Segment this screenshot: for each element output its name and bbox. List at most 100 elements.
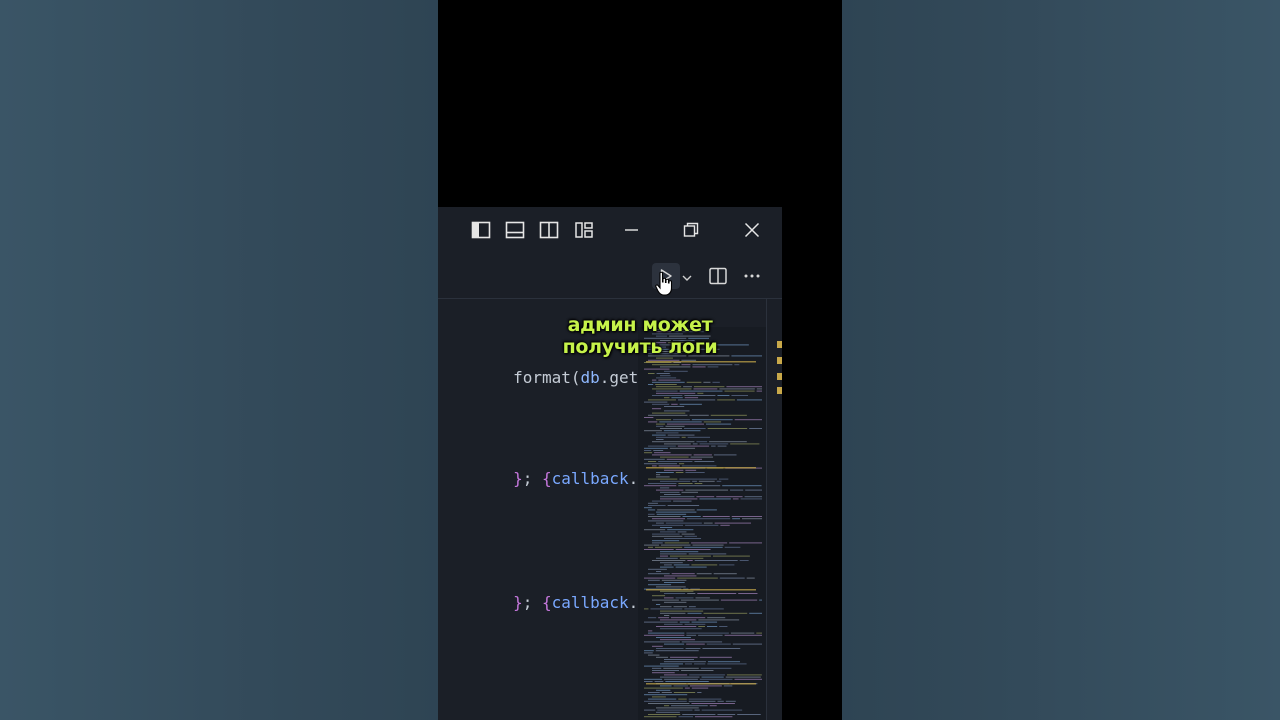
minimap[interactable] <box>638 327 766 720</box>
caption-line: получить логи <box>562 336 718 358</box>
minimap-stroke <box>648 421 658 423</box>
minimap-stroke <box>653 450 664 451</box>
minimap-stroke <box>664 705 670 707</box>
minimap-stroke <box>684 397 699 399</box>
minimap-stroke <box>656 386 682 388</box>
minimap-stroke <box>738 593 758 594</box>
minimap-stroke <box>684 395 716 396</box>
vertical-scrollbar[interactable] <box>766 299 782 720</box>
toggle-primary-sidebar-icon[interactable] <box>471 220 491 240</box>
split-editor-icon[interactable] <box>708 266 728 290</box>
minimap-stroke <box>660 531 676 533</box>
minimap-stroke <box>664 678 698 680</box>
minimap-stroke <box>652 379 657 381</box>
minimap-stroke <box>667 434 695 436</box>
video-caption: админ может получить логи <box>548 314 732 358</box>
minimap-stroke <box>693 386 725 388</box>
code-token-semicolon: ; <box>522 469 542 488</box>
minimap-stroke <box>660 428 682 429</box>
minimap-stroke <box>658 465 680 467</box>
minimap-stroke <box>664 615 670 616</box>
minimap-stroke <box>660 498 698 500</box>
customize-layout-icon[interactable] <box>574 220 594 240</box>
minimap-stroke <box>664 674 688 676</box>
minimap-stroke <box>644 652 653 654</box>
minimap-stroke <box>677 531 687 533</box>
minimap-stroke <box>648 384 654 385</box>
minimap-stroke <box>685 472 705 473</box>
minimap-stroke <box>679 478 717 480</box>
minimap-stroke <box>694 483 703 484</box>
minimap-stroke <box>686 632 729 634</box>
minimap-stroke <box>666 423 704 425</box>
minimap-stroke <box>713 454 737 456</box>
code-token-brace: } <box>513 469 523 488</box>
minimap-stroke <box>669 555 711 557</box>
minimap-stroke <box>660 491 680 493</box>
minimap-stroke <box>661 579 687 581</box>
minimap-stroke <box>669 447 695 449</box>
minimap-stroke <box>702 648 741 649</box>
minimap-stroke <box>679 557 704 559</box>
minimap-stroke <box>712 555 750 557</box>
minimap-stroke <box>655 650 699 652</box>
restore-icon[interactable] <box>681 220 701 240</box>
minimap-stroke <box>730 443 760 445</box>
minimap-stroke <box>696 441 708 443</box>
minimap-stroke <box>686 634 697 636</box>
minimap-stroke <box>652 518 686 520</box>
minimap-stroke <box>679 390 723 392</box>
toggle-panel-icon[interactable] <box>505 220 525 240</box>
minimap-stroke <box>644 549 674 550</box>
minimap-stroke <box>698 626 705 627</box>
minimap-stroke <box>726 674 762 676</box>
minimap-stroke <box>657 709 693 711</box>
toggle-secondary-sidebar-icon[interactable] <box>539 220 559 240</box>
minimap-stroke <box>656 489 684 491</box>
minimap-stroke <box>673 500 692 502</box>
close-icon[interactable] <box>742 220 762 240</box>
minimap-stroke <box>660 566 674 568</box>
minimap-stroke <box>648 692 660 693</box>
minimap-stroke <box>681 465 717 467</box>
minimap-stroke <box>644 463 677 465</box>
minimap-stroke <box>699 498 731 500</box>
more-actions-icon[interactable] <box>742 266 762 290</box>
minimap-stroke <box>671 617 706 619</box>
minimap-stroke <box>654 681 664 682</box>
minimap-stroke <box>695 716 733 718</box>
minimap-stroke <box>652 454 692 456</box>
minimap-stroke <box>688 606 696 608</box>
minimap-stroke <box>656 689 671 691</box>
minimap-stroke <box>694 461 715 462</box>
chevron-down-icon[interactable] <box>681 269 693 288</box>
minimap-stroke <box>678 698 687 700</box>
minimap-stroke <box>687 612 702 614</box>
minimap-stroke <box>723 685 733 687</box>
minimap-stroke <box>656 626 697 627</box>
minimap-stroke <box>660 527 673 528</box>
minimap-stroke <box>725 676 761 678</box>
minimap-stroke <box>656 377 677 379</box>
minimap-stroke <box>707 661 740 663</box>
minimap-stroke <box>673 564 690 566</box>
code-area[interactable]: format(db.get_block_ }; {callback.data =… <box>438 299 638 720</box>
minimap-stroke <box>648 483 677 484</box>
minimap-highlight <box>646 589 756 591</box>
minimap-stroke <box>660 663 683 665</box>
minimap-stroke <box>648 632 685 634</box>
minimap-stroke <box>756 390 762 392</box>
minimap-stroke <box>759 599 762 601</box>
minimap-stroke <box>673 419 690 421</box>
minimap-stroke <box>745 489 762 491</box>
minimap-stroke <box>644 401 668 403</box>
minimap-stroke <box>665 681 709 682</box>
minimap-stroke <box>684 623 706 625</box>
minimize-icon[interactable] <box>622 220 642 240</box>
minimap-stroke <box>736 399 762 401</box>
minimap-stroke <box>756 632 762 634</box>
minimap-stroke <box>660 610 704 612</box>
minimap-stroke <box>656 707 699 709</box>
minimap-stroke <box>648 568 667 570</box>
minimap-stroke <box>664 659 694 660</box>
